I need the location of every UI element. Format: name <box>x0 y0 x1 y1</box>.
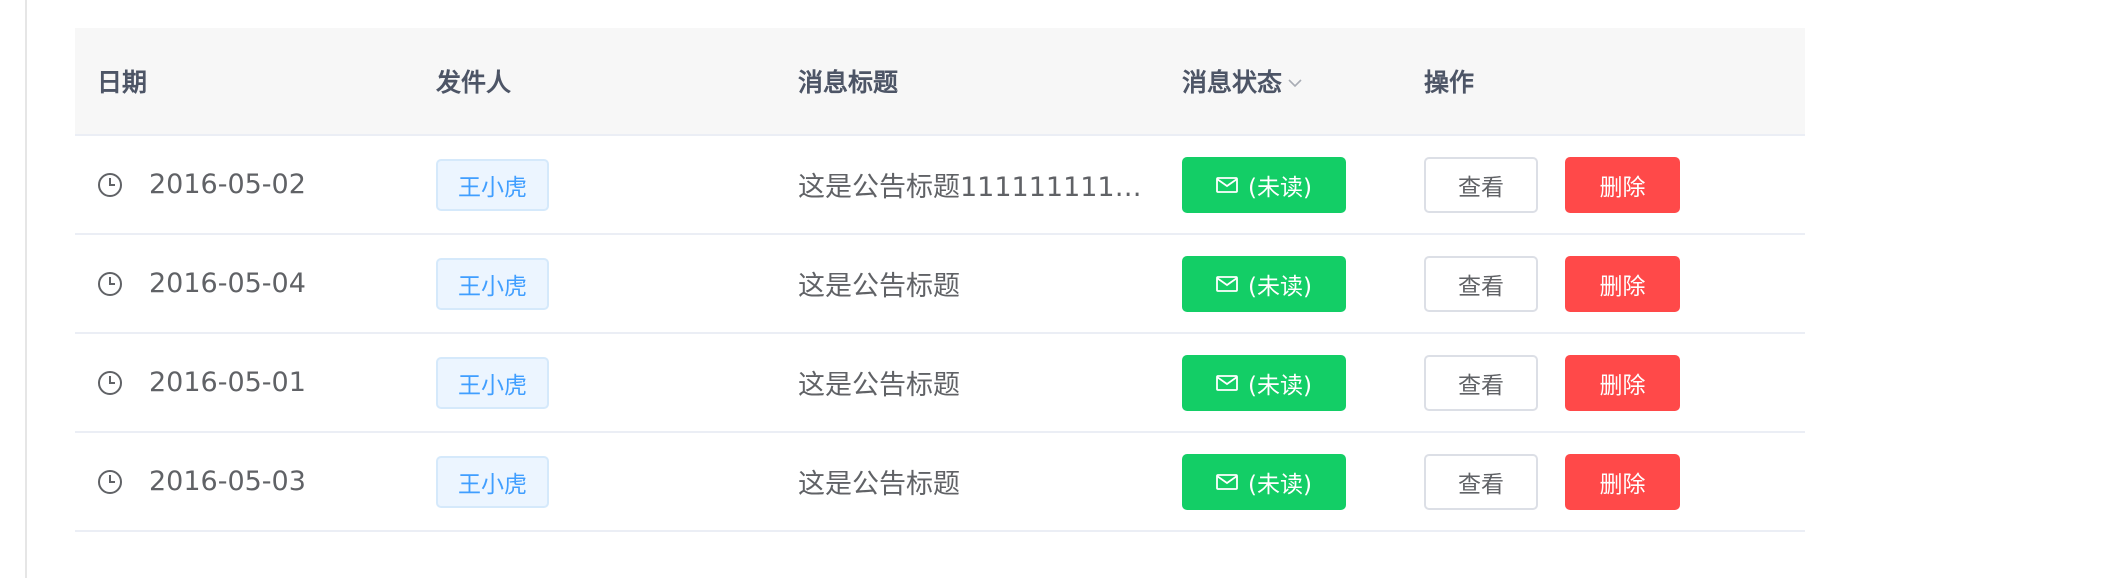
title-cell: 这是公告标题 <box>798 264 1182 303</box>
message-title: 这是公告标题 <box>798 370 960 401</box>
status-button[interactable]: (未读) <box>1182 354 1346 411</box>
title-cell: 这是公告标题1111111111111 <box>798 165 1182 204</box>
sender-tag: 王小虎 <box>436 455 549 508</box>
clock-icon <box>98 172 122 197</box>
table-header: 日期 发件人 消息标题 消息状态 操作 <box>75 28 1805 136</box>
date-cell: 2016-05-04 <box>75 268 436 299</box>
sender-cell: 王小虎 <box>436 158 798 211</box>
status-button[interactable]: (未读) <box>1182 156 1346 213</box>
status-cell: (未读) <box>1182 354 1424 411</box>
clock-icon <box>98 370 122 395</box>
sender-cell: 王小虎 <box>436 257 798 310</box>
date-text: 2016-05-01 <box>149 367 306 398</box>
title-cell: 这是公告标题 <box>798 462 1182 501</box>
status-button[interactable]: (未读) <box>1182 453 1346 510</box>
status-label: (未读) <box>1248 471 1312 498</box>
sender-tag: 王小虎 <box>436 356 549 409</box>
delete-button[interactable]: 删除 <box>1565 255 1680 312</box>
header-status-label: 消息状态 <box>1182 68 1283 97</box>
table-row: 2016-05-03 王小虎 这是公告标题 (未读) 查看 删除 <box>75 433 1805 532</box>
actions-cell: 查看 删除 <box>1424 255 1805 312</box>
view-button[interactable]: 查看 <box>1424 255 1538 312</box>
delete-button[interactable]: 删除 <box>1565 156 1680 213</box>
clock-icon <box>98 469 122 494</box>
status-cell: (未读) <box>1182 453 1424 510</box>
table-row: 2016-05-01 王小虎 这是公告标题 (未读) 查看 删除 <box>75 334 1805 433</box>
message-title: 这是公告标题1111111111111 <box>798 172 1142 203</box>
status-button[interactable]: (未读) <box>1182 255 1346 312</box>
date-cell: 2016-05-01 <box>75 367 436 398</box>
header-actions: 操作 <box>1424 68 1475 97</box>
message-page: 日期 发件人 消息标题 消息状态 操作 2016-05-02 王小虎 这是公告标… <box>0 0 2128 578</box>
sender-tag: 王小虎 <box>436 257 549 310</box>
title-cell: 这是公告标题 <box>798 363 1182 402</box>
mail-icon <box>1216 473 1238 490</box>
date-text: 2016-05-03 <box>149 466 306 497</box>
header-status[interactable]: 消息状态 <box>1182 63 1424 99</box>
status-label: (未读) <box>1248 174 1312 201</box>
date-cell: 2016-05-03 <box>75 466 436 497</box>
mail-icon <box>1216 275 1238 292</box>
header-date: 日期 <box>97 68 148 97</box>
header-title: 消息标题 <box>798 68 899 97</box>
status-cell: (未读) <box>1182 156 1424 213</box>
date-text: 2016-05-02 <box>149 169 306 200</box>
message-title: 这是公告标题 <box>798 271 960 302</box>
date-cell: 2016-05-02 <box>75 169 436 200</box>
message-table: 日期 发件人 消息标题 消息状态 操作 2016-05-02 王小虎 这是公告标… <box>75 28 1805 532</box>
status-cell: (未读) <box>1182 255 1424 312</box>
date-text: 2016-05-04 <box>149 268 306 299</box>
message-title: 这是公告标题 <box>798 469 960 500</box>
view-button[interactable]: 查看 <box>1424 453 1538 510</box>
delete-button[interactable]: 删除 <box>1565 354 1680 411</box>
status-label: (未读) <box>1248 372 1312 399</box>
header-sender: 发件人 <box>436 68 512 97</box>
table-row: 2016-05-02 王小虎 这是公告标题1111111111111 (未读) … <box>75 136 1805 235</box>
chevron-down-icon[interactable] <box>1288 73 1302 92</box>
status-label: (未读) <box>1248 273 1312 300</box>
left-divider <box>25 0 27 578</box>
actions-cell: 查看 删除 <box>1424 156 1805 213</box>
sender-tag: 王小虎 <box>436 158 549 211</box>
delete-button[interactable]: 删除 <box>1565 453 1680 510</box>
sender-cell: 王小虎 <box>436 356 798 409</box>
mail-icon <box>1216 374 1238 391</box>
sender-cell: 王小虎 <box>436 455 798 508</box>
view-button[interactable]: 查看 <box>1424 156 1538 213</box>
actions-cell: 查看 删除 <box>1424 453 1805 510</box>
actions-cell: 查看 删除 <box>1424 354 1805 411</box>
mail-icon <box>1216 176 1238 193</box>
clock-icon <box>98 271 122 296</box>
table-row: 2016-05-04 王小虎 这是公告标题 (未读) 查看 删除 <box>75 235 1805 334</box>
view-button[interactable]: 查看 <box>1424 354 1538 411</box>
